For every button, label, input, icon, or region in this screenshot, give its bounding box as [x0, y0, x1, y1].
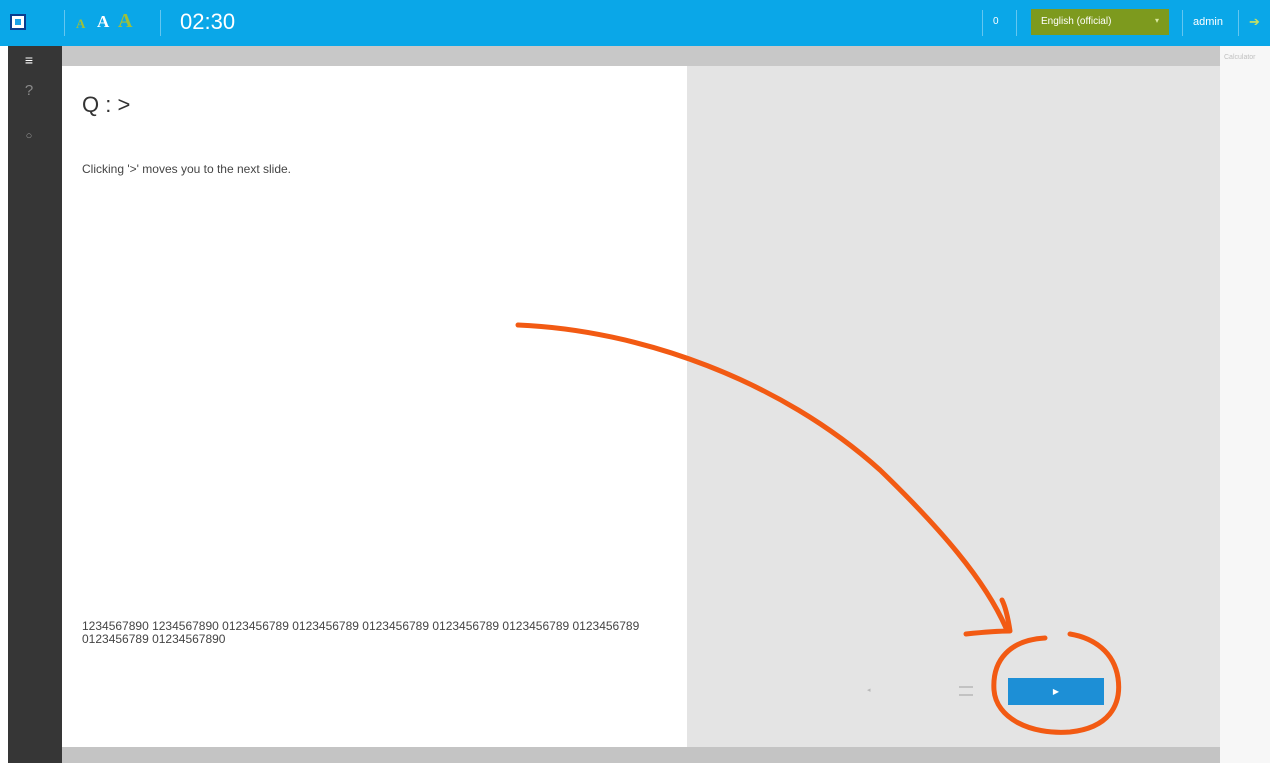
toolbar-strip: [62, 46, 1220, 66]
sidebar: ≡ ? ○: [8, 46, 62, 763]
divider: [1182, 10, 1183, 36]
back-icon[interactable]: ◂: [867, 686, 871, 694]
help-icon[interactable]: ?: [8, 82, 50, 99]
count-indicator: 0: [993, 16, 999, 27]
divider: [982, 10, 983, 36]
circle-icon[interactable]: ○: [8, 130, 50, 142]
font-size-medium-button[interactable]: A: [97, 12, 109, 32]
font-size-small-button[interactable]: A: [76, 16, 85, 32]
list-icon[interactable]: [959, 686, 973, 696]
logout-icon[interactable]: ➔: [1249, 14, 1260, 30]
timer: 02:30: [180, 9, 236, 34]
bottom-strip: [62, 747, 1220, 763]
question-panel: Q : > Clicking '>' moves you to the next…: [62, 66, 687, 747]
top-bar: A A A 02:30 0 English (official) ▾ admin…: [0, 0, 1270, 46]
calculator-label[interactable]: Calculator: [1224, 54, 1256, 61]
divider: [1238, 10, 1239, 36]
divider: [64, 10, 65, 36]
chevron-down-icon: ▾: [1154, 16, 1159, 25]
next-button[interactable]: ▶: [1008, 678, 1104, 705]
font-size-large-button[interactable]: A: [118, 10, 132, 33]
question-title: Q : >: [82, 92, 131, 117]
language-label: English (official): [1041, 16, 1112, 27]
divider: [1016, 10, 1017, 36]
language-select[interactable]: English (official) ▾: [1031, 9, 1169, 35]
right-panel: Calculator: [1220, 46, 1270, 763]
app-logo: [10, 14, 26, 30]
divider: [160, 10, 161, 36]
digits-text: 1234567890 1234567890 0123456789 0123456…: [82, 619, 640, 646]
user-name[interactable]: admin: [1193, 16, 1223, 28]
menu-icon[interactable]: ≡: [8, 52, 50, 68]
answer-panel: ◂ ▶: [687, 66, 1220, 747]
question-text: Clicking '>' moves you to the next slide…: [82, 162, 292, 176]
